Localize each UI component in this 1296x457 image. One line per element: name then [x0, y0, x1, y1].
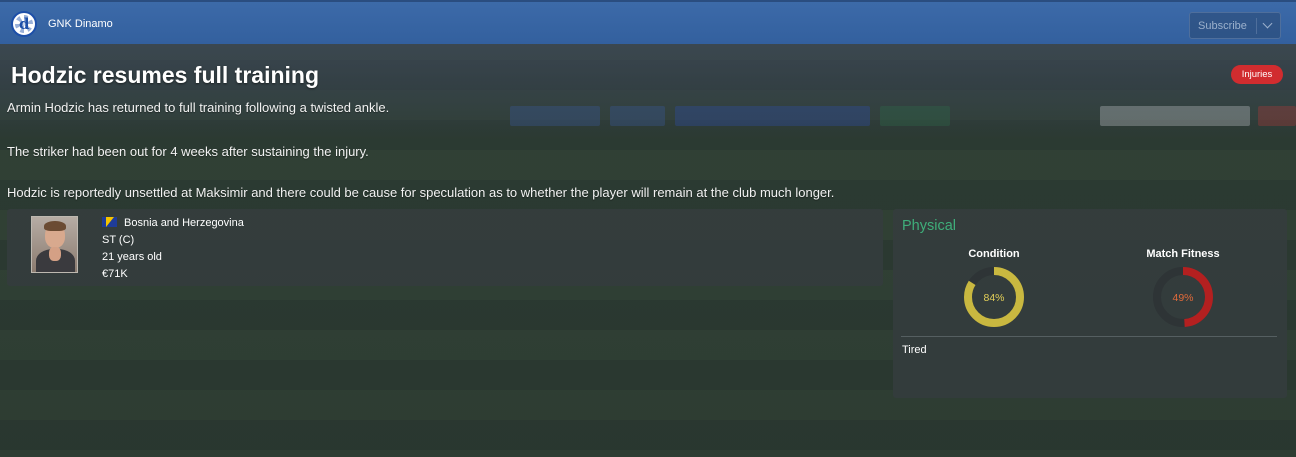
- article-paragraph: Hodzic is reportedly unsettled at Maksim…: [7, 185, 835, 200]
- condition-gauge: 84%: [964, 267, 1024, 327]
- physical-panel: Physical Condition 84% Match Fitness 49%…: [893, 209, 1287, 398]
- article-paragraph: The striker had been out for 4 weeks aft…: [7, 144, 369, 159]
- top-bar: d GNK Dinamo Subscribe: [0, 0, 1296, 44]
- divider: [901, 336, 1277, 337]
- article-title: Hodzic resumes full training: [11, 62, 319, 88]
- player-age: 21 years old: [102, 251, 162, 263]
- condition-label: Condition: [968, 248, 1020, 260]
- match-fitness-value: 49%: [1172, 292, 1193, 304]
- subscribe-dropdown[interactable]: Subscribe: [1189, 12, 1281, 39]
- player-card[interactable]: Bosnia and Herzegovina ST (C) 21 years o…: [7, 209, 883, 286]
- physical-status: Tired: [902, 344, 927, 356]
- stadium-background: [0, 44, 1296, 139]
- match-fitness-label: Match Fitness: [1146, 248, 1220, 260]
- subscribe-divider: [1256, 18, 1257, 34]
- physical-title: Physical: [902, 218, 956, 234]
- player-nationality[interactable]: Bosnia and Herzegovina: [124, 217, 244, 229]
- chevron-down-icon: [1262, 18, 1273, 29]
- category-badge[interactable]: Injuries: [1231, 65, 1283, 84]
- article-paragraph: Armin Hodzic has returned to full traini…: [7, 100, 390, 115]
- condition-value: 84%: [983, 292, 1004, 304]
- club-name[interactable]: GNK Dinamo: [48, 18, 113, 30]
- bosnia-flag-icon: [102, 217, 117, 227]
- club-logo-icon[interactable]: d: [11, 11, 37, 37]
- subscribe-label: Subscribe: [1198, 20, 1247, 32]
- match-fitness-gauge: 49%: [1153, 267, 1213, 327]
- player-value: €71K: [102, 268, 128, 280]
- player-photo[interactable]: [31, 216, 78, 273]
- player-position: ST (C): [102, 234, 135, 246]
